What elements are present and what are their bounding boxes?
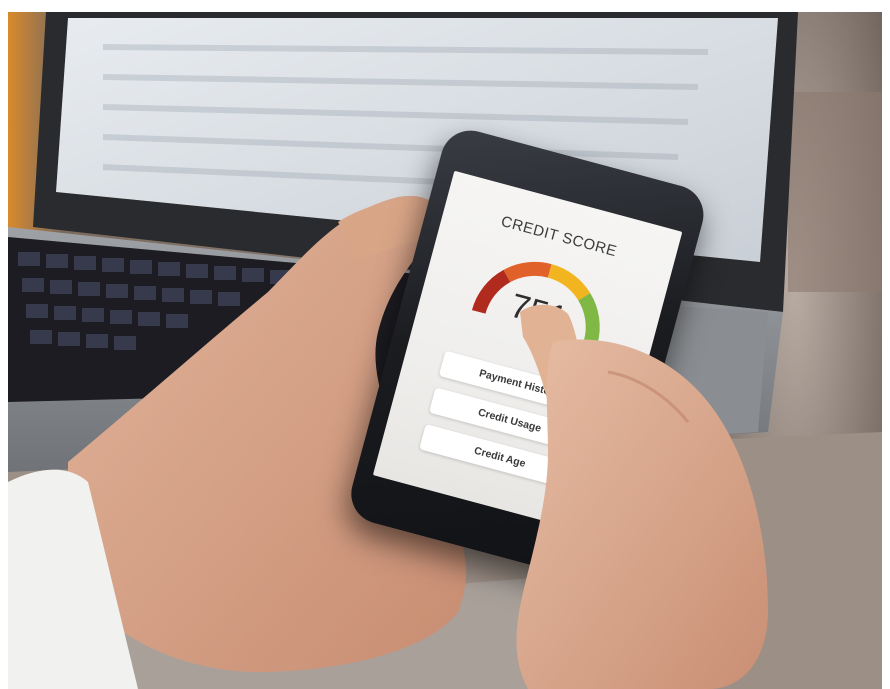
scene: CREDIT SCORE 751 Payment History Credit … <box>0 0 890 689</box>
gauge-segment-good <box>547 264 591 301</box>
gauge-segment-fair <box>503 261 552 283</box>
photo: CREDIT SCORE 751 Payment History Credit … <box>8 12 882 689</box>
